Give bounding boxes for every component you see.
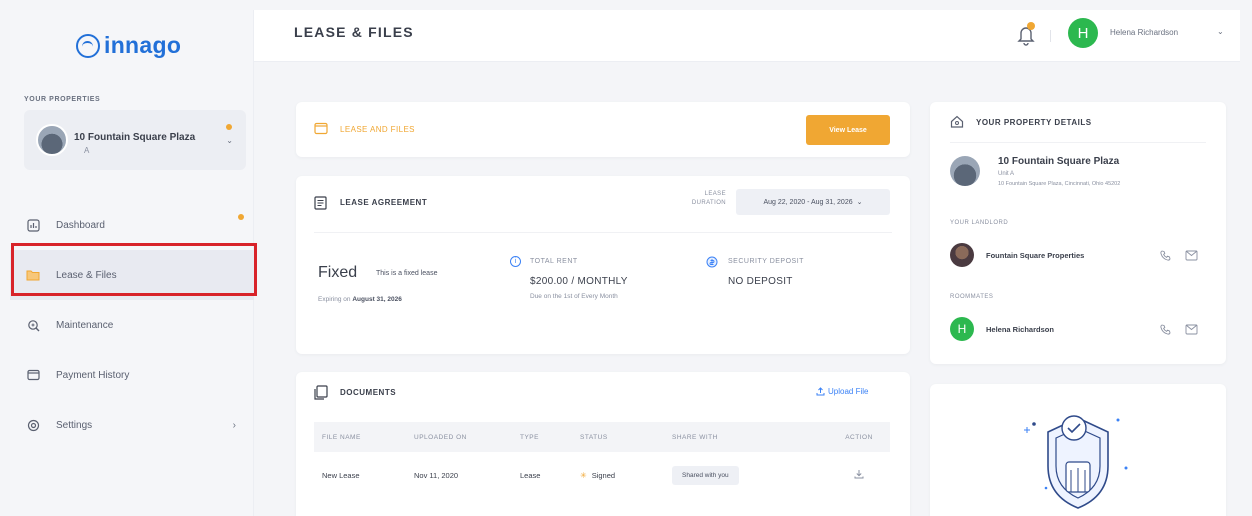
active-item-highlight [11, 243, 257, 296]
property-details-card: YOUR PROPERTY DETAILS 10 Fountain Square… [930, 102, 1226, 364]
illustration-card [930, 384, 1226, 516]
landlord-label: YOUR LANDLORD [950, 220, 1009, 226]
status: ✳ Signed [576, 471, 668, 480]
property-avatar [36, 124, 68, 156]
user-name[interactable]: Helena Richardson [1110, 28, 1178, 37]
property-unit: A [84, 146, 90, 155]
status-label: Signed [591, 470, 616, 480]
message-icon[interactable] [1185, 324, 1198, 335]
property-address: 10 Fountain Square Plaza, Cincinnati, Oh… [998, 181, 1121, 187]
table-header: FILE NAME UPLOADED ON TYPE STATUS SHARE … [314, 422, 890, 452]
total-rent-label: TOTAL RENT [530, 258, 578, 265]
notification-dot [1027, 22, 1035, 30]
sidebar-item-label: Payment History [56, 369, 130, 381]
documents-title: DOCUMENTS [340, 388, 397, 397]
uploaded-on: Nov 11, 2020 [414, 470, 459, 480]
sidebar-item-label: Settings [56, 419, 93, 431]
table-row[interactable]: New Lease Nov 11, 2020 Lease ✳ Signed Sha… [314, 460, 890, 490]
notification-dot [238, 214, 244, 220]
download-icon[interactable] [828, 469, 890, 481]
upload-file-button[interactable]: Upload File [816, 387, 868, 396]
top-header: LEASE & FILES H Helena Richardson ⌄ [254, 10, 1240, 62]
settings-icon [26, 418, 40, 432]
upload-icon [816, 387, 825, 396]
column-header: FILE NAME [322, 433, 361, 441]
property-selector[interactable]: 10 Fountain Square Plaza A ⌄ [24, 110, 246, 170]
sidebar-item-maintenance[interactable]: Maintenance [10, 300, 254, 350]
share-badge: Shared with you [672, 465, 739, 485]
landlord-avatar [950, 243, 974, 267]
security-deposit-label: SECURITY DEPOSIT [728, 258, 804, 265]
total-rent-value: $200.00 / MONTHLY [530, 276, 628, 287]
column-header: TYPE [520, 433, 539, 441]
phone-icon[interactable] [1160, 250, 1171, 261]
logo-text: innago [104, 32, 182, 58]
lease-type: Fixed [318, 264, 358, 281]
divider [1050, 30, 1051, 42]
dashboard-icon [26, 218, 40, 232]
chevron-right-icon: › [232, 419, 236, 431]
chevron-down-icon[interactable]: ⌄ [1217, 27, 1224, 36]
property-name: 10 Fountain Square Plaza [74, 131, 196, 143]
roommate-row: H Helena Richardson [950, 316, 1206, 342]
sidebar-nav: Dashboard Lease & Files Maintenance Paym… [10, 200, 254, 450]
lease-expiry: Expiring on August 31, 2026 [318, 296, 402, 303]
file-name[interactable]: New Lease [314, 471, 410, 480]
deposit-icon [706, 256, 718, 268]
property-details-title: YOUR PROPERTY DETAILS [976, 118, 1092, 127]
home-icon [950, 115, 964, 128]
lease-files-card: LEASE AND FILES View Lease [296, 102, 910, 157]
property-unit: Unit A [998, 171, 1015, 177]
column-header: ACTION [845, 433, 873, 441]
sidebar-item-payment-history[interactable]: Payment History [10, 350, 254, 400]
chevron-down-icon: ⌄ [856, 199, 863, 206]
user-avatar[interactable]: H [1068, 18, 1098, 48]
documents-icon [314, 385, 328, 400]
property-avatar [950, 156, 980, 186]
lease-type-description: This is a fixed lease [376, 270, 438, 277]
payment-icon [26, 368, 40, 382]
message-icon[interactable] [1185, 250, 1198, 261]
roommate-avatar: H [950, 317, 974, 341]
chevron-down-icon[interactable]: ⌄ [226, 136, 233, 145]
total-rent-due: Due on the 1st of Every Month [530, 293, 618, 300]
roommate-name: Helena Richardson [986, 324, 1054, 334]
share-with: Shared with you [668, 465, 828, 485]
documents-card: DOCUMENTS Upload File FILE NAME UPLOADED… [296, 372, 910, 516]
document-icon [314, 196, 327, 210]
logo-icon [76, 33, 100, 58]
lease-agreement-card: LEASE AGREEMENT LEASE DURATION Aug 22, 2… [296, 176, 910, 354]
lease-duration-label: LEASE DURATION [691, 191, 726, 206]
info-icon: i [510, 256, 521, 267]
phone-icon[interactable] [1160, 324, 1171, 335]
lease-duration-select[interactable]: Aug 22, 2020 - Aug 31, 2026 ⌄ [736, 189, 890, 215]
security-shield-illustration [1024, 415, 1128, 509]
sidebar-item-label: Maintenance [56, 319, 114, 331]
sidebar-item-label: Dashboard [56, 219, 105, 231]
notification-dot [226, 124, 232, 130]
divider [314, 232, 892, 233]
signed-icon: ✳ [580, 470, 587, 480]
view-lease-button[interactable]: View Lease [806, 115, 890, 145]
divider [950, 142, 1206, 143]
landlord-name: Fountain Square Properties [986, 250, 1085, 260]
lease-agreement-title: LEASE AGREEMENT [340, 198, 428, 207]
lease-files-label: LEASE AND FILES [340, 125, 415, 134]
upload-file-label: Upload File [828, 387, 869, 396]
properties-label: YOUR PROPERTIES [24, 96, 101, 103]
security-deposit-value: NO DEPOSIT [728, 276, 793, 287]
maintenance-icon [26, 318, 40, 332]
folder-icon [314, 122, 328, 135]
landlord-row: Fountain Square Properties [950, 242, 1206, 268]
sidebar-item-settings[interactable]: Settings › [10, 400, 254, 450]
column-header: SHARE WITH [672, 433, 718, 441]
logo[interactable]: innago [76, 32, 181, 59]
file-type: Lease [520, 470, 541, 480]
page-title: LEASE & FILES [294, 24, 414, 40]
lease-duration-value: Aug 22, 2020 - Aug 31, 2026 [763, 198, 853, 206]
column-header: UPLOADED ON [414, 433, 467, 441]
column-header: STATUS [580, 433, 608, 441]
roommates-label: ROOMMATES [950, 294, 994, 300]
property-name: 10 Fountain Square Plaza [998, 156, 1120, 167]
